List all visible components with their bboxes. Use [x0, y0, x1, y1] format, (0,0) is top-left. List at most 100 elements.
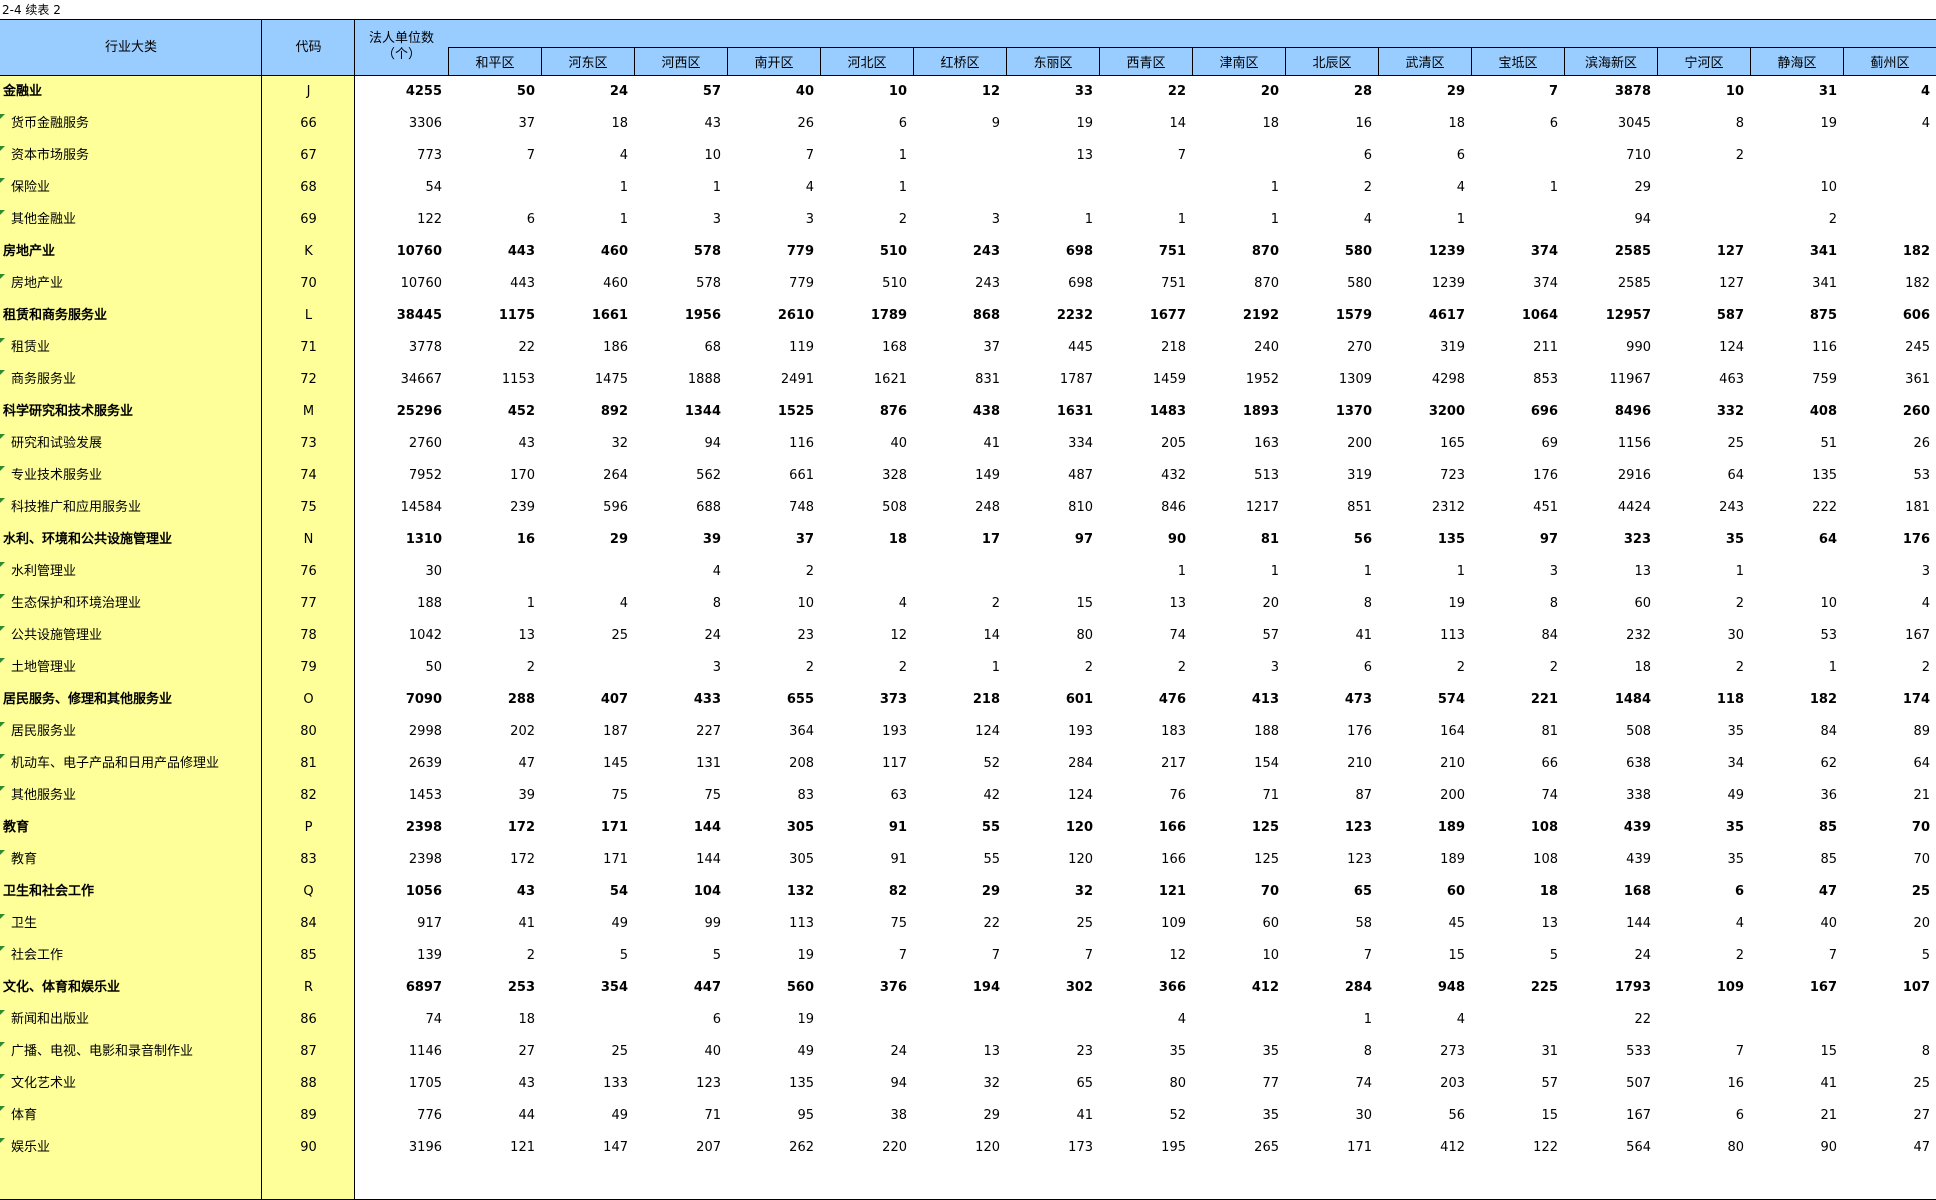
- district-value: 123: [1344, 820, 1372, 835]
- district-value: 144: [693, 820, 721, 835]
- district-value: 122: [1533, 1140, 1558, 1155]
- district-value: 1239: [1428, 244, 1465, 259]
- table-row: 居民服务、修理和其他服务业 O 7090 288 407 433 655 373 218 601 4…: [0, 684, 1936, 716]
- district-value: 51: [1820, 436, 1837, 451]
- total-value: 50: [425, 660, 442, 675]
- district-value: 533: [1626, 1044, 1651, 1059]
- district-value: 50: [516, 84, 535, 99]
- district-value: 1956: [684, 308, 721, 323]
- district-value: 366: [1158, 980, 1186, 995]
- district-value: 188: [1254, 724, 1279, 739]
- district-value: 7: [898, 948, 907, 963]
- district-value: 127: [1719, 276, 1744, 291]
- district-value: 460: [600, 244, 628, 259]
- district-value: 4: [1921, 116, 1930, 131]
- district-value: 323: [1623, 532, 1651, 547]
- cell-marker: [0, 1138, 5, 1143]
- district-value: 18: [611, 116, 628, 131]
- district-value: 43: [704, 116, 721, 131]
- district-value: 12: [890, 628, 907, 643]
- district-value: 91: [890, 852, 907, 867]
- district-value: 113: [1440, 628, 1465, 643]
- district-value: 240: [1254, 340, 1279, 355]
- district-value: 20: [1913, 916, 1930, 931]
- district-value: 49: [611, 1108, 628, 1123]
- district-value: 147: [603, 1140, 628, 1155]
- district-value: 19: [1076, 116, 1093, 131]
- total-value: 2639: [408, 756, 442, 771]
- industry-code: 68: [300, 180, 317, 195]
- industry-name: 水利、环境和公共设施管理业: [3, 532, 173, 547]
- table-row: 租赁业 71 3778 22 186 68 119 168 37 445 218 240 270 319 2…: [0, 332, 1936, 364]
- total-value: 4255: [405, 84, 442, 99]
- district-value: 80: [1076, 628, 1093, 643]
- district-value: 1888: [687, 372, 721, 387]
- district-value: 99: [704, 916, 721, 931]
- district-value: 6: [1363, 148, 1372, 163]
- district-value: 84: [1541, 628, 1558, 643]
- district-value: 1621: [873, 372, 907, 387]
- district-header: 滨海新区: [1564, 47, 1657, 76]
- industry-name: 公共设施管理业: [11, 628, 103, 643]
- district-value: 127: [1716, 244, 1744, 259]
- district-value: 3878: [1614, 84, 1651, 99]
- district-value: 193: [882, 724, 907, 739]
- district-value: 20: [1262, 596, 1279, 611]
- district-value: 25: [611, 1044, 628, 1059]
- district-value: 10: [797, 596, 814, 611]
- total-value: 1705: [408, 1076, 442, 1091]
- district-value: 176: [1347, 724, 1372, 739]
- cell-marker: [0, 754, 5, 759]
- district-value: 41: [1355, 628, 1372, 643]
- total-value: 10760: [400, 276, 442, 291]
- district-value: 1: [1270, 564, 1279, 579]
- district-value: 218: [972, 692, 1000, 707]
- district-value: 193: [1068, 724, 1093, 739]
- district-value: 8: [1735, 116, 1744, 131]
- district-value: 8: [1363, 596, 1372, 611]
- table-row: 社会工作 85 139 2 5 5 19 7 7 7 12 10 7 15 5 24 2 7 5: [0, 940, 1936, 972]
- total-value: 54: [425, 180, 442, 195]
- district-value: 55: [981, 820, 1000, 835]
- total-value: 122: [417, 212, 442, 227]
- district-value: 225: [1530, 980, 1558, 995]
- district-value: 13: [1634, 564, 1651, 579]
- district-value: 948: [1437, 980, 1465, 995]
- table-row: 水利、环境和公共设施管理业 N 1310 16 29 39 37 18 17 97 90 81 56 13…: [0, 524, 1936, 556]
- district-value: 364: [789, 724, 814, 739]
- district-value: 4: [805, 180, 814, 195]
- district-value: 439: [1626, 852, 1651, 867]
- district-value: 407: [600, 692, 628, 707]
- district-value: 1579: [1335, 308, 1372, 323]
- district-value: 39: [702, 532, 721, 547]
- cell-marker: [0, 594, 5, 599]
- district-value: 57: [702, 84, 721, 99]
- district-value: [541, 556, 634, 588]
- district-value: 70: [1260, 884, 1279, 899]
- table-row: 其他服务业 82 1453 39 75 75 83 63 42 124 76 71 87 200 74 338…: [0, 780, 1936, 812]
- district-value: 638: [1626, 756, 1651, 771]
- industry-code: 76: [300, 564, 317, 579]
- district-value: 7: [991, 948, 1000, 963]
- total-value: 773: [417, 148, 442, 163]
- district-value: 47: [1818, 884, 1837, 899]
- district-value: 1: [1828, 660, 1837, 675]
- district-value: 3: [1921, 564, 1930, 579]
- industry-name: 其他金融业: [11, 212, 77, 227]
- district-value: 288: [507, 692, 535, 707]
- district-value: 40: [795, 84, 814, 99]
- district-value: 32: [983, 1076, 1000, 1091]
- district-value: 94: [704, 436, 721, 451]
- district-value: 13: [1076, 148, 1093, 163]
- industry-name: 娱乐业: [11, 1140, 51, 1155]
- district-value: 189: [1440, 852, 1465, 867]
- district-value: 374: [1533, 276, 1558, 291]
- district-value: 1: [526, 596, 535, 611]
- district-value: 319: [1347, 468, 1372, 483]
- total-value: 1042: [408, 628, 442, 643]
- district-header: 津南区: [1192, 47, 1285, 76]
- district-value: 18: [888, 532, 907, 547]
- district-value: 1789: [870, 308, 907, 323]
- district-value: 18: [1539, 884, 1558, 899]
- district-value: 8: [1549, 596, 1558, 611]
